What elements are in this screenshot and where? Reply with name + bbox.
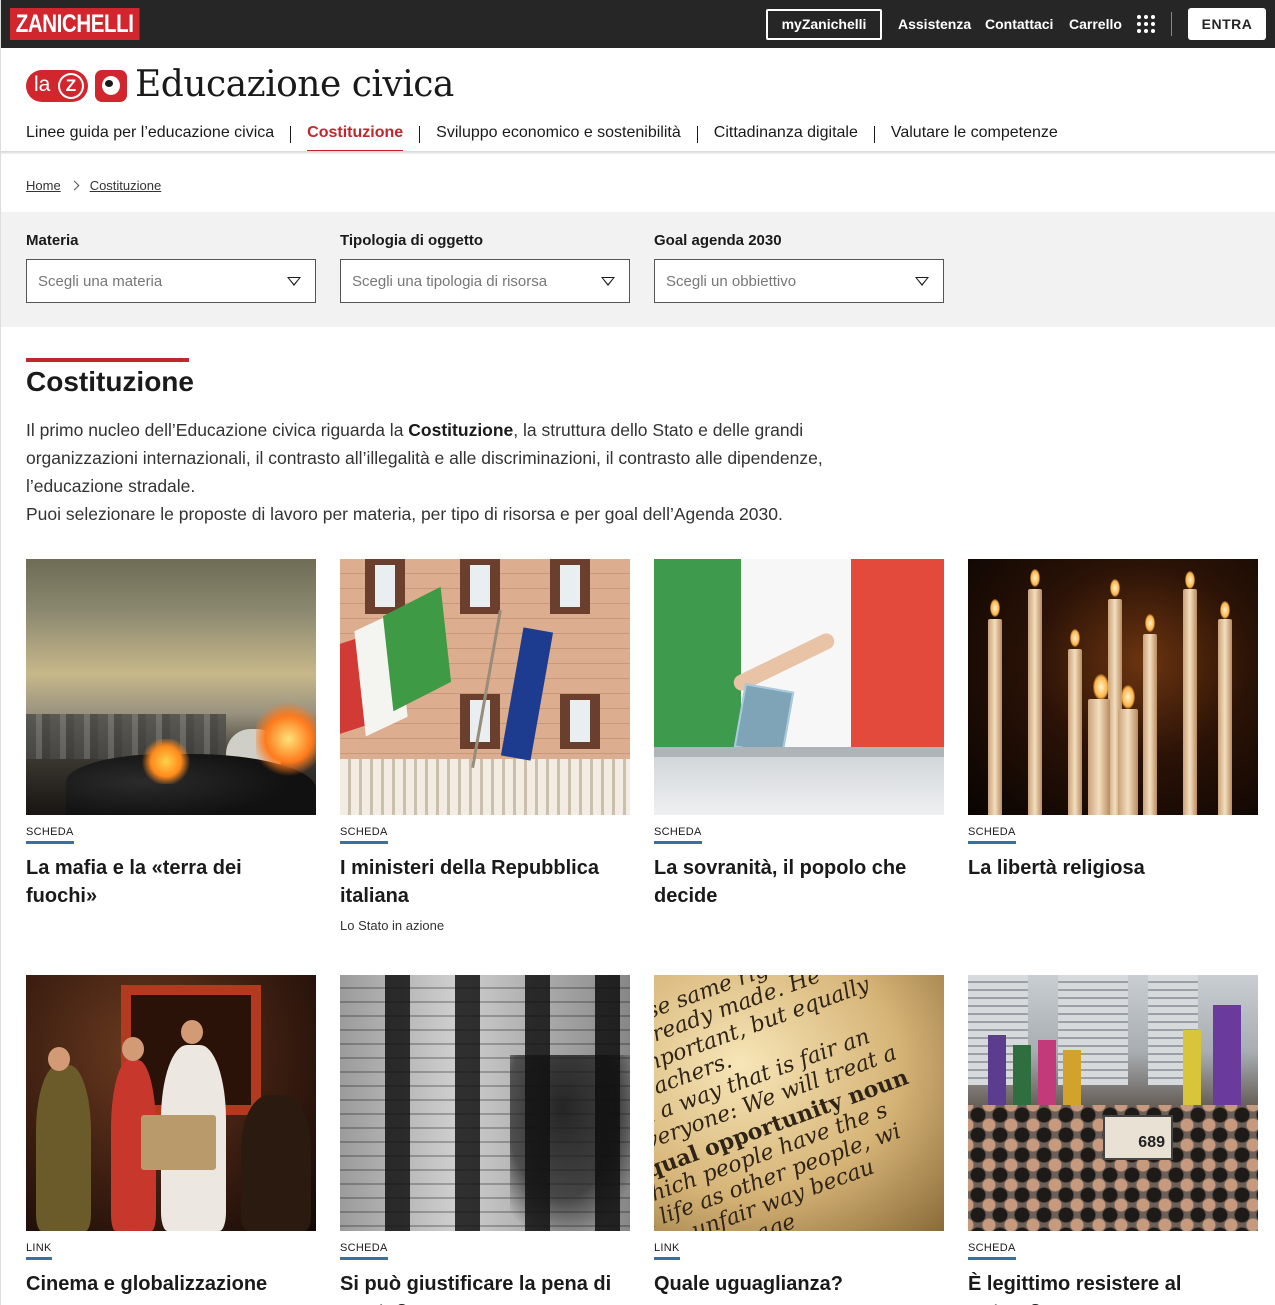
materia-select[interactable]: Scegli una materia [26,259,316,303]
card-image-fire[interactable] [26,559,316,815]
nav-item-linee-guida[interactable]: Linee guida per l’educazione civica [26,124,274,150]
card-image-candles[interactable] [968,559,1258,815]
card-image-ballot[interactable] [654,559,944,815]
card-tag: SCHEDA [26,826,74,844]
card-subtitle: Lo Stato in azione [340,918,445,933]
goal-select-placeholder: Scegli un obbiettivo [666,273,797,290]
nav-divider [419,126,421,143]
chevron-right-icon [69,180,80,191]
breadcrumb-home[interactable]: Home [26,178,61,193]
card-pena-di-morte[interactable]: SCHEDA Si può giustificare la pena di mo… [340,975,630,1305]
card-tag: LINK [654,1242,680,1260]
nav-shadow [1,151,1275,154]
card-tag: SCHEDA [340,826,388,844]
card-mafia[interactable]: SCHEDA La mafia e la «terra dei fuochi» [26,559,316,910]
card-image-dictionary[interactable]: use same rights already made. He importa… [654,975,944,1231]
main-nav: Linee guida per l’educazione civica Cost… [26,124,1058,153]
card-title[interactable]: Quale uguaglianza? [654,1270,944,1298]
card-tag: SCHEDA [654,826,702,844]
assistenza-link[interactable]: Assistenza [898,16,971,32]
tipologia-select[interactable]: Scegli una tipologia di risorsa [340,259,630,303]
protest-sign: 689 [1103,1115,1173,1160]
breadcrumb-costituzione[interactable]: Costituzione [90,178,162,193]
section-accent-bar [26,358,189,362]
filter-tipologia: Tipologia di oggetto Scegli una tipologi… [340,232,630,303]
card-tag: LINK [26,1242,52,1260]
filter-materia-label: Materia [26,232,79,249]
card-tag: SCHEDA [968,826,1016,844]
card-tag: SCHEDA [340,1242,388,1260]
card-title[interactable]: Cinema e globalizzazione [26,1270,316,1298]
apps-grid-icon[interactable] [1137,15,1155,33]
card-title[interactable]: La sovranità, il popolo che decide [654,854,944,910]
contattaci-link[interactable]: Contattaci [985,16,1053,32]
card-image-cinema[interactable] [26,975,316,1231]
nav-divider [290,126,292,143]
section-intro: Il primo nucleo dell’Educazione civica r… [26,420,823,524]
dropdown-caret-icon [601,277,615,286]
filter-panel: Materia Scegli una materia Tipologia di … [1,212,1275,327]
la-z-logo-letter: Z [60,75,82,97]
card-uguaglianza[interactable]: use same rights already made. He importa… [654,975,944,1298]
card-tag: SCHEDA [968,1242,1016,1260]
tipologia-select-placeholder: Scegli una tipologia di risorsa [352,273,548,290]
la-z-logo[interactable]: la Z [26,70,88,102]
card-title[interactable]: I ministeri della Repubblica italiana [340,854,630,910]
goal-select[interactable]: Scegli un obbiettivo [654,259,944,303]
card-title[interactable]: Si può giustificare la pena di morte? [340,1270,630,1305]
mascot-icon [95,70,127,102]
login-button[interactable]: ENTRA [1188,8,1266,40]
breadcrumb: Home Costituzione [26,178,161,193]
card-image-protest[interactable]: 689 [968,975,1258,1231]
card-resistere-potere[interactable]: 689 SCHEDA È legittimo resistere al pote… [968,975,1258,1305]
card-sovranita[interactable]: SCHEDA La sovranità, il popolo che decid… [654,559,944,910]
topbar-divider [1171,12,1172,36]
nav-item-sviluppo-economico[interactable]: Sviluppo economico e sostenibilità [436,124,681,150]
nav-divider [696,126,698,143]
materia-select-placeholder: Scegli una materia [38,273,163,290]
intro-emphasis: Costituzione [408,420,514,440]
filter-goal: Goal agenda 2030 Scegli un obbiettivo [654,232,944,303]
nav-divider [873,126,875,143]
section-title: Costituzione [26,366,194,397]
site-title[interactable]: Educazione civica [135,64,454,105]
nav-item-cittadinanza-digitale[interactable]: Cittadinanza digitale [714,124,858,150]
zanichelli-logo[interactable]: ZANICHELLI [10,8,140,40]
card-title[interactable]: La libertà religiosa [968,854,1258,882]
top-bar: ZANICHELLI myZanichelli Assistenza Conta… [1,0,1275,48]
filter-goal-label: Goal agenda 2030 [654,232,782,249]
my-zanichelli-button[interactable]: myZanichelli [766,9,882,40]
card-cinema[interactable]: LINK Cinema e globalizzazione [26,975,316,1298]
carrello-link[interactable]: Carrello [1069,16,1122,32]
nav-item-costituzione[interactable]: Costituzione [307,124,404,153]
card-title[interactable]: La mafia e la «terra dei fuochi» [26,854,316,910]
dropdown-caret-icon [287,277,301,286]
card-liberta-religiosa[interactable]: SCHEDA La libertà religiosa [968,559,1258,882]
card-ministeri[interactable]: SCHEDA I ministeri della Repubblica ital… [340,559,630,933]
card-title[interactable]: È legittimo resistere al potere? [968,1270,1258,1305]
filter-materia: Materia Scegli una materia [26,232,316,303]
nav-item-valutare-competenze[interactable]: Valutare le competenze [891,124,1058,150]
dropdown-caret-icon [915,277,929,286]
card-image-flags[interactable] [340,559,630,815]
la-z-logo-text: la [34,73,51,96]
card-image-prison[interactable] [340,975,630,1231]
filter-tipologia-label: Tipologia di oggetto [340,232,484,249]
